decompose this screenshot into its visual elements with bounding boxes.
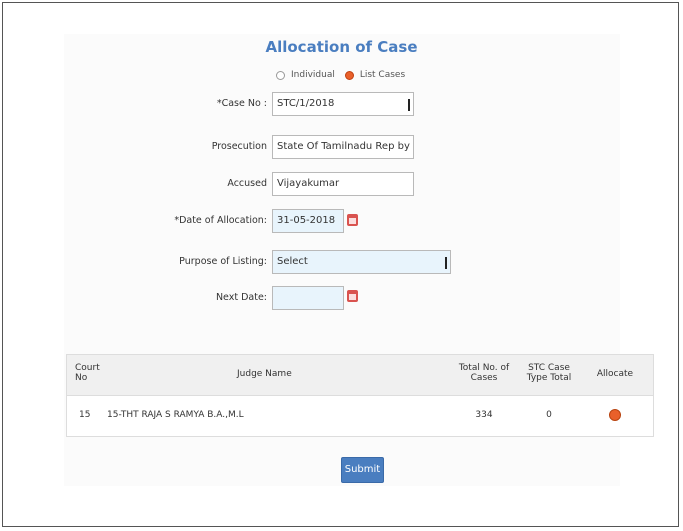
case-no-select[interactable]: STC/1/2018 xyxy=(272,92,414,116)
row-court-no: 15 xyxy=(79,410,91,420)
accused-field[interactable]: Vijayakumar xyxy=(272,172,414,196)
calendar-icon[interactable] xyxy=(347,290,358,302)
next-date-field[interactable] xyxy=(272,286,344,310)
calendar-icon[interactable] xyxy=(347,214,358,226)
prosecution-field[interactable]: State Of Tamilnadu Rep by St xyxy=(272,135,414,159)
date-of-allocation-field[interactable]: 31-05-2018 xyxy=(272,209,344,233)
row-judge-name: 15-THT RAJA S RAMYA B.A.,M.L xyxy=(107,410,244,420)
purpose-of-listing-label: Purpose of Listing: xyxy=(179,256,267,267)
header-allocate: Allocate xyxy=(596,369,634,379)
page-title: Allocation of Case xyxy=(265,38,418,56)
submit-button[interactable]: Submit xyxy=(341,457,384,483)
case-no-label: *Case No : xyxy=(216,98,267,109)
radio-list-cases-label: List Cases xyxy=(359,70,406,80)
header-court-no: Court No xyxy=(75,363,100,383)
purpose-of-listing-select[interactable]: Select xyxy=(272,250,451,274)
table-row: 15 15-THT RAJA S RAMYA B.A.,M.L 334 0 xyxy=(67,396,653,436)
case-type-radio-group: Individual List Cases xyxy=(276,70,405,80)
header-total-cases: Total No. of Cases xyxy=(458,363,510,383)
accused-label: Accused xyxy=(227,178,267,189)
case-no-value: STC/1/2018 xyxy=(277,98,335,109)
radio-individual-label: Individual xyxy=(291,70,335,80)
allocate-icon[interactable] xyxy=(609,409,621,421)
date-of-allocation-label: *Date of Allocation: xyxy=(174,215,267,226)
purpose-of-listing-value: Select xyxy=(277,256,308,267)
chevron-down-icon xyxy=(445,257,447,269)
row-total-cases: 334 xyxy=(475,410,493,420)
radio-list-cases[interactable] xyxy=(344,70,354,80)
chevron-down-icon xyxy=(408,99,410,111)
prosecution-label: Prosecution xyxy=(211,141,267,152)
header-stc-case-type: STC Case Type Total xyxy=(526,363,572,383)
next-date-label: Next Date: xyxy=(215,292,267,303)
radio-individual[interactable] xyxy=(276,70,285,80)
table-header: Court No Judge Name Total No. of Cases S… xyxy=(67,355,653,396)
judge-allocation-table: Court No Judge Name Total No. of Cases S… xyxy=(66,354,654,437)
header-judge-name: Judge Name xyxy=(237,369,292,379)
row-stc-case-type: 0 xyxy=(546,410,552,420)
